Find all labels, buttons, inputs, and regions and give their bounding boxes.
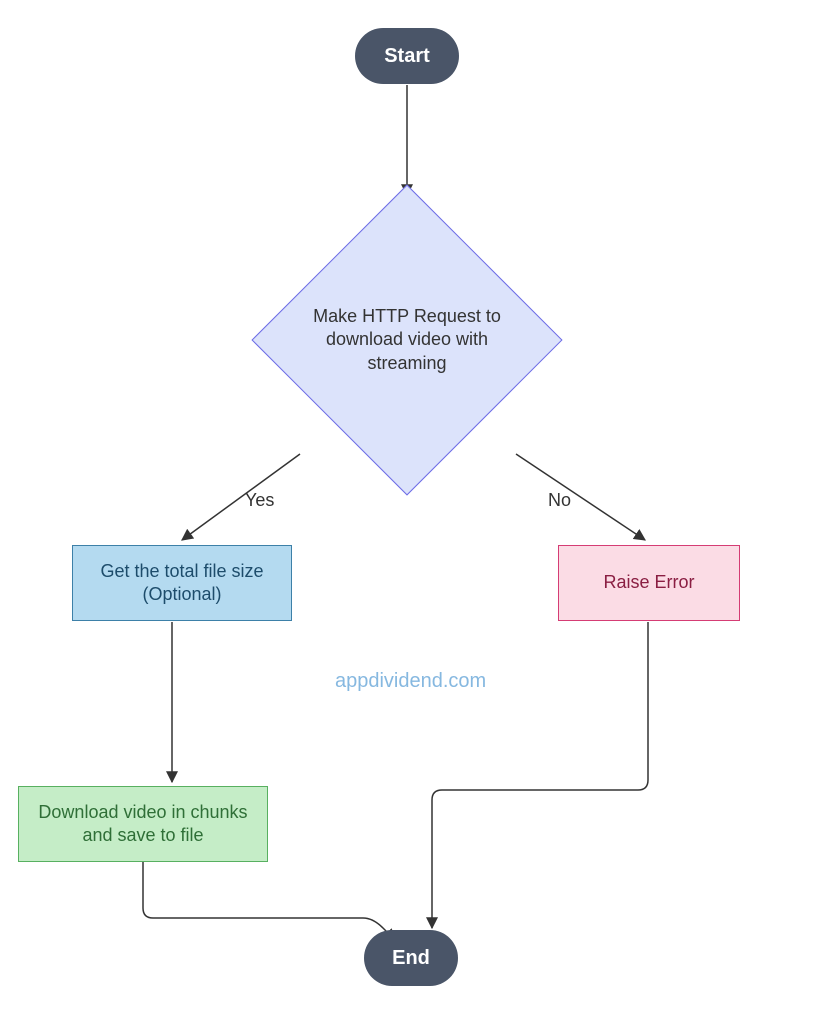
watermark-label: appdividend.com <box>335 670 486 692</box>
decision-label: Make HTTP Request to download video with… <box>292 305 522 375</box>
flowchart-edges <box>0 0 827 1024</box>
yes-text: Yes <box>245 490 274 510</box>
start-label: Start <box>384 43 430 69</box>
start-node: Start <box>355 28 459 84</box>
end-label: End <box>392 945 430 971</box>
edge-label-yes: Yes <box>245 490 274 511</box>
no-text: No <box>548 490 571 510</box>
end-node: End <box>364 930 458 986</box>
download-chunks-node: Download video in chunks and save to fil… <box>18 786 268 862</box>
get-size-label: Get the total file size (Optional) <box>87 560 277 607</box>
raise-error-label: Raise Error <box>603 571 694 594</box>
watermark-text: appdividend.com <box>335 670 486 693</box>
decision-node: Make HTTP Request to download video with… <box>252 185 562 495</box>
raise-error-node: Raise Error <box>558 545 740 621</box>
get-size-node: Get the total file size (Optional) <box>72 545 292 621</box>
download-chunks-label: Download video in chunks and save to fil… <box>33 801 253 848</box>
edge-label-no: No <box>548 490 571 511</box>
